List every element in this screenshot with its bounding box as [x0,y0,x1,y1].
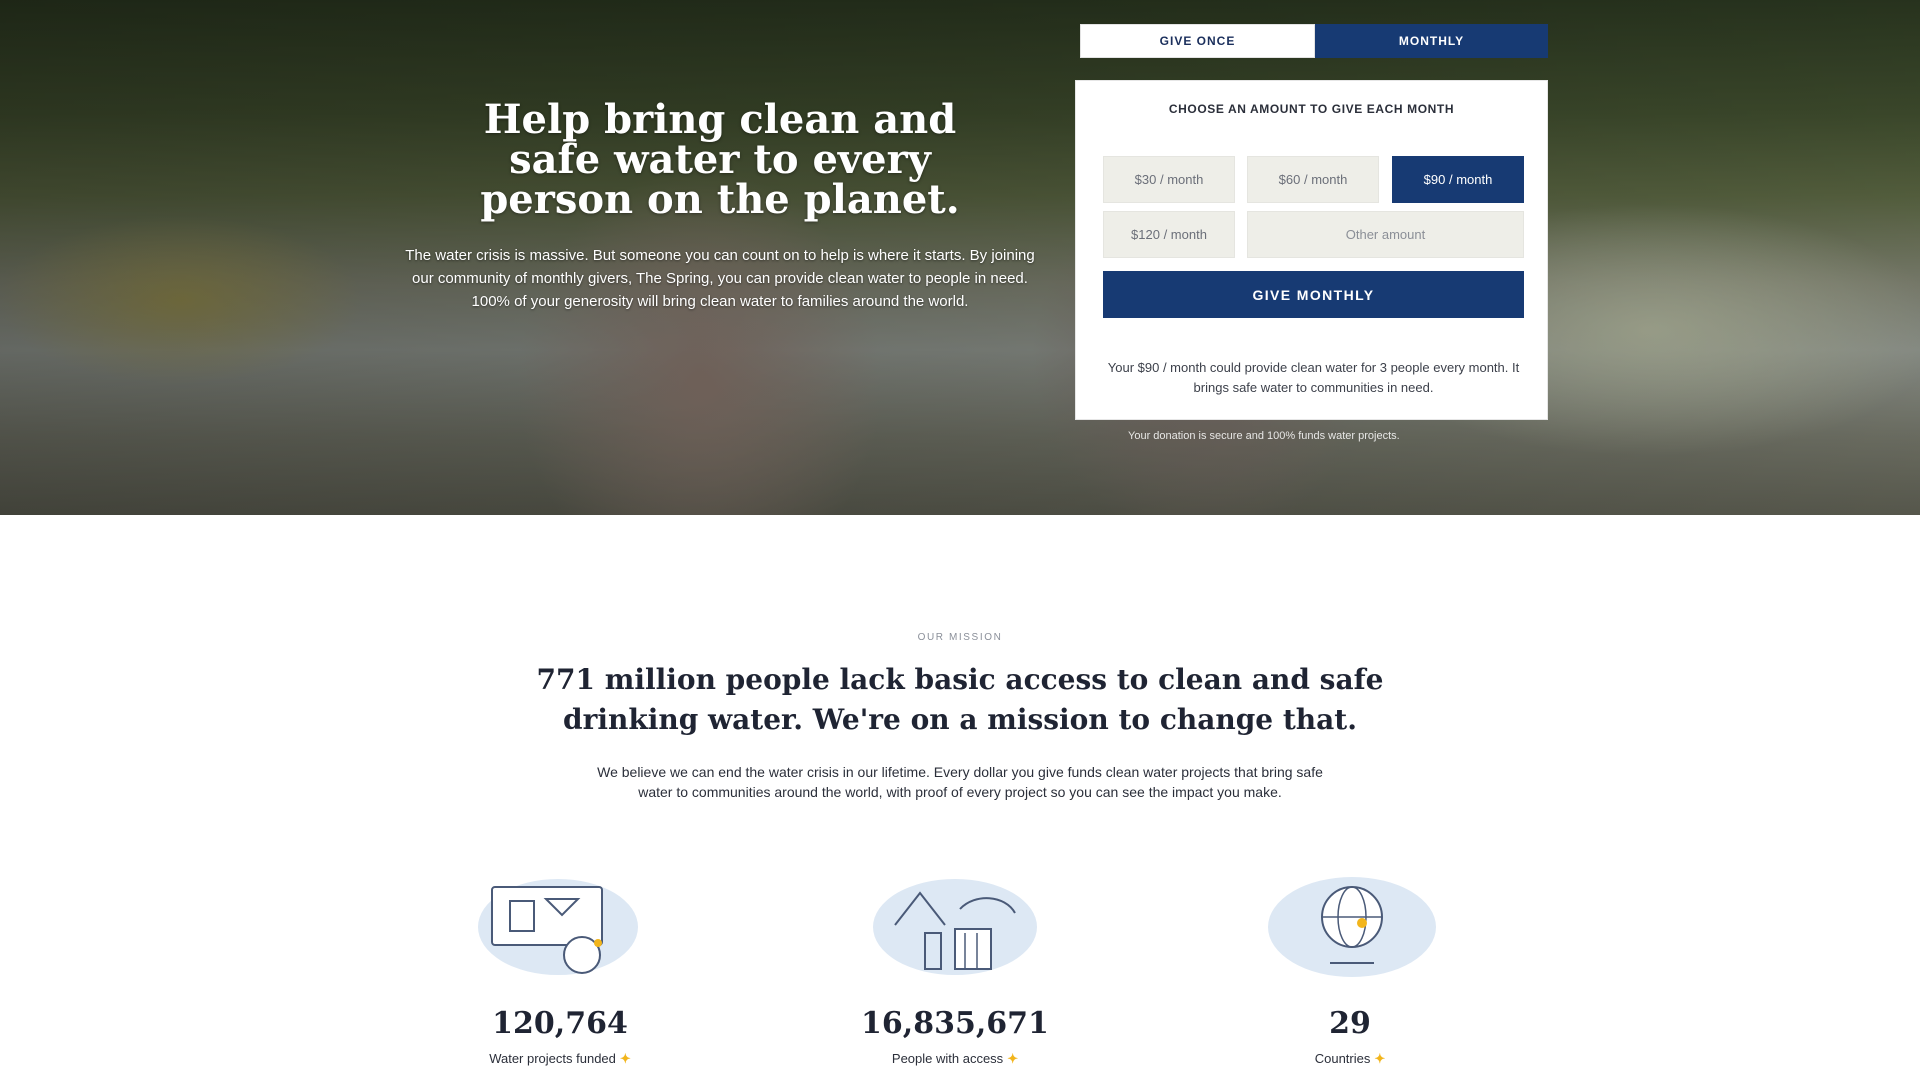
custom-amount-input[interactable]: Other amount [1247,211,1524,258]
stat-value-countries: 29 [1329,1006,1371,1041]
stat-countries: 29 Countries ✦ [1170,875,1530,1067]
stat-people-served: 16,835,671 People with access ✦ [775,875,1135,1067]
amount-option-90[interactable]: $90 / month [1392,156,1524,203]
mission-title: 771 million people lack basic access to … [536,663,1384,736]
hero-section: Help bring clean and safe water to every… [0,0,1920,515]
impact-stats: 120,764 Water projects funded ✦ 16,835,67… [0,875,1920,1080]
stat-value-projects: 120,764 [492,1006,628,1041]
sparkle-icon: ✦ [619,1051,631,1066]
sparkle-icon: ✦ [1374,1051,1386,1066]
hero-title: Help bring clean and safe water to every… [480,96,960,223]
impact-note: Your $90 / month could provide clean wat… [1107,360,1520,395]
donation-card: CHOOSE AN AMOUNT TO GIVE EACH MONTH $30 … [1075,80,1548,420]
stat-label-projects: Water projects funded ✦ [489,1051,631,1066]
amount-prompt: CHOOSE AN AMOUNT TO GIVE EACH MONTH [1168,102,1455,116]
amount-option-120[interactable]: $120 / month [1103,211,1235,258]
donation-frequency-tabs: GIVE ONCE MONTHLY [1080,24,1548,58]
give-monthly-button[interactable]: GIVE MONTHLY [1103,271,1524,318]
stat-label-countries: Countries ✦ [1314,1051,1386,1066]
hero-description: The water crisis is massive. But someone… [405,247,1035,310]
amount-option-60[interactable]: $60 / month [1247,156,1379,203]
hero-copy: Help bring clean and safe water to every… [400,100,1040,313]
mission-description: We believe we can end the water crisis i… [597,764,1323,800]
tab-monthly[interactable]: MONTHLY [1315,24,1548,58]
globe-icon [1260,875,1440,985]
sparkle-icon: ✦ [1007,1051,1019,1066]
amount-option-30[interactable]: $30 / month [1103,156,1235,203]
stat-value-people: 16,835,671 [861,1006,1049,1041]
stat-label-people: People with access ✦ [891,1051,1019,1066]
secure-note: Your donation is secure and 100% funds w… [1128,430,1400,442]
mission-eyebrow: OUR MISSION [917,632,1003,643]
people-served-icon [865,875,1045,985]
water-project-icon [470,875,650,985]
stat-water-projects: 120,764 Water projects funded ✦ [380,875,740,1067]
tab-give-once[interactable]: GIVE ONCE [1080,24,1315,58]
